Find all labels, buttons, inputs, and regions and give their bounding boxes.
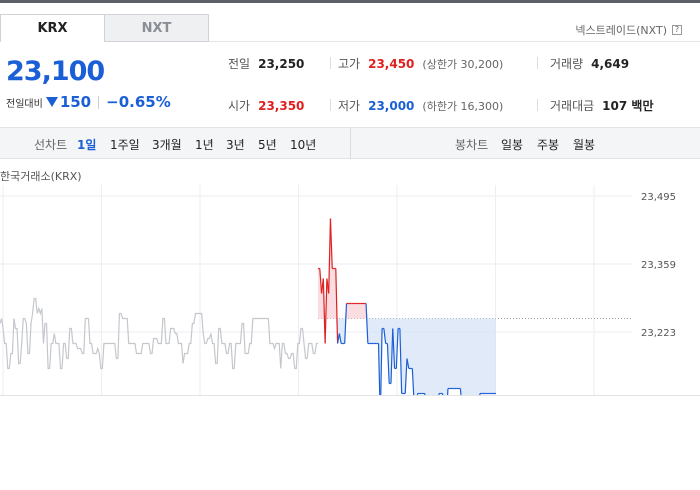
- stat-label: 거래대금: [550, 99, 595, 113]
- stat-divider: [330, 57, 331, 69]
- stat-low: 저가 23,000 (하한가 16,300): [338, 97, 503, 114]
- chart-bottom-rule: [0, 395, 700, 396]
- period-1week[interactable]: 1주일: [110, 136, 140, 153]
- period-1day[interactable]: 1일: [77, 136, 96, 153]
- period-1year[interactable]: 1년: [195, 136, 214, 153]
- chart-source: 한국거래소(KRX): [0, 170, 82, 183]
- y-tick-label: 23,495: [641, 192, 676, 203]
- period-weekly-candle[interactable]: 주봉: [537, 136, 559, 153]
- previous-day-line: [0, 297, 318, 370]
- line-chart-label: 선차트: [34, 138, 68, 152]
- stat-value: 23,450: [368, 56, 415, 71]
- stat-volume: 거래량 4,649: [550, 55, 629, 72]
- area-below-prev-close: [318, 318, 496, 395]
- change-amount: 150: [59, 93, 92, 111]
- stat-turnover: 거래대금 107 백만: [550, 97, 653, 114]
- period-daily-candle[interactable]: 일봉: [501, 136, 523, 153]
- tab-nxt[interactable]: NXT: [104, 14, 209, 42]
- upper-limit: (상한가 30,200): [422, 57, 504, 71]
- stat-label: 전일: [228, 57, 251, 71]
- stat-divider: [537, 99, 538, 111]
- price-chart: 23,49523,35923,22323,08722,951: [0, 185, 676, 395]
- tab-krx[interactable]: KRX: [0, 14, 105, 42]
- stat-label: 저가: [338, 99, 361, 113]
- down-arrow-icon: [45, 97, 58, 107]
- current-price: 23,100: [6, 56, 105, 87]
- period-divider: [350, 128, 351, 159]
- period-3year[interactable]: 3년: [226, 136, 245, 153]
- stat-value: 4,649: [591, 56, 630, 71]
- area-above-prev-close: [318, 218, 496, 319]
- period-bar: 선차트 1일 1주일 3개월 1년 3년 5년 10년 봉차트 일봉 주봉 월봉: [0, 127, 700, 159]
- lower-limit: (하한가 16,300): [422, 99, 504, 113]
- change-percent: −0.65%: [106, 93, 171, 111]
- stat-value: 23,350: [258, 98, 305, 113]
- change-row: 전일대비 150 −0.65%: [6, 93, 171, 111]
- period-3month[interactable]: 3개월: [152, 136, 182, 153]
- nxt-trade-link[interactable]: 넥스트레이드(NXT) ?: [575, 22, 682, 38]
- stat-prev-close: 전일 23,250: [228, 55, 304, 72]
- stat-divider: [330, 99, 331, 111]
- change-divider: [98, 95, 100, 109]
- stat-label: 시가: [228, 99, 251, 113]
- nxt-trade-label: 넥스트레이드(NXT): [575, 24, 667, 37]
- stat-value: 23,000: [368, 98, 415, 113]
- stat-value: 107 백만: [602, 99, 654, 113]
- stat-high: 고가 23,450 (상한가 30,200): [338, 55, 503, 72]
- top-rule: [0, 0, 700, 3]
- stat-label: 고가: [338, 57, 361, 71]
- tab-underline: [209, 41, 700, 42]
- period-5year[interactable]: 5년: [258, 136, 277, 153]
- candle-chart-label: 봉차트: [455, 138, 489, 152]
- period-monthly-candle[interactable]: 월봉: [573, 136, 595, 153]
- change-label: 전일대비: [6, 98, 43, 110]
- stat-label: 거래량: [550, 57, 584, 71]
- stat-open: 시가 23,350: [228, 97, 304, 114]
- y-tick-label: 23,359: [641, 260, 676, 271]
- y-tick-label: 23,223: [641, 328, 676, 339]
- help-icon[interactable]: ?: [672, 25, 682, 35]
- stat-divider: [537, 57, 538, 69]
- stat-value: 23,250: [258, 56, 305, 71]
- period-10year[interactable]: 10년: [290, 136, 316, 153]
